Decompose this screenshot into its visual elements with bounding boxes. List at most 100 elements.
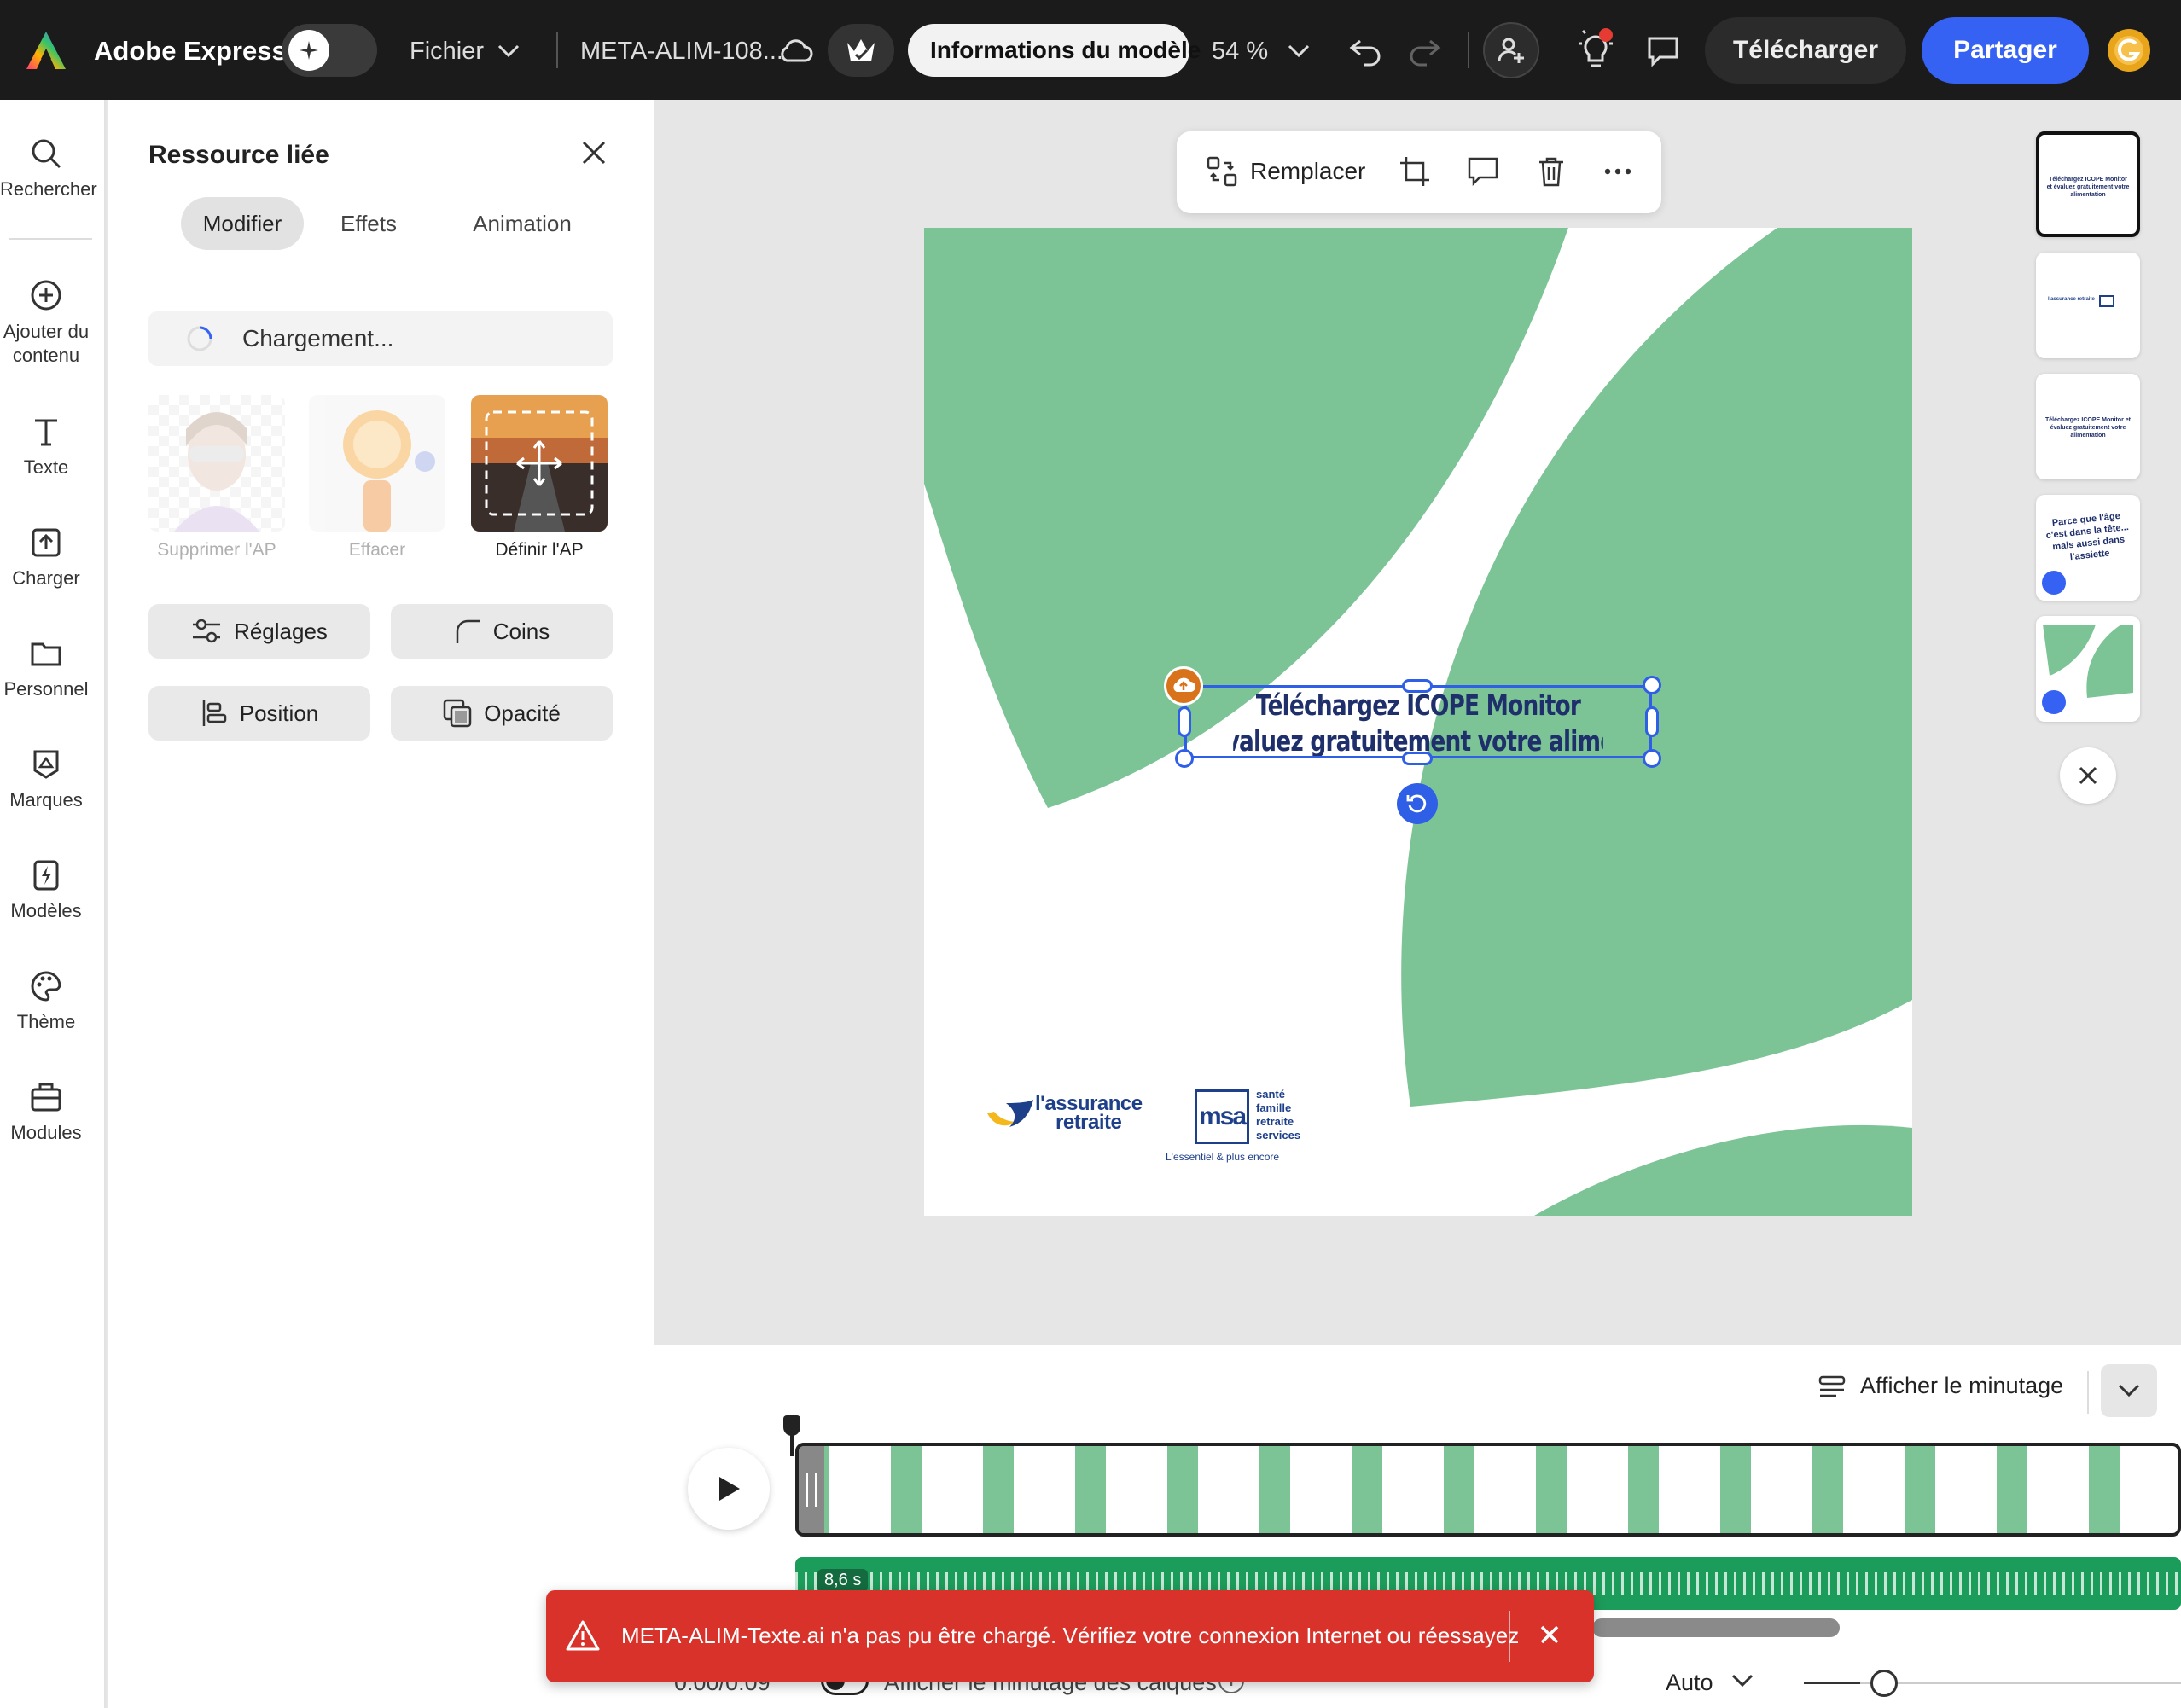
rail-label: Thème [16,1011,76,1032]
rail-add-content[interactable]: Ajouter du contenu [0,279,92,368]
show-timing-toggle[interactable]: Afficher le minutage [1818,1373,2063,1399]
cloud-icon[interactable] [776,34,814,67]
comment-icon[interactable] [1643,32,1683,70]
undo-icon[interactable] [1346,32,1384,70]
set-focus-tile[interactable] [471,395,608,532]
tab-modifier[interactable]: Modifier [181,197,304,250]
close-icon [2079,766,2097,785]
track-trim-handle[interactable] [799,1446,824,1533]
replace-button[interactable]: Remplacer [1206,155,1365,188]
panel-title: Ressource liée [148,141,329,169]
rail-label: Texte [23,456,69,478]
resize-handle-br[interactable] [1643,749,1661,768]
headline-text: Téléchargez ICOPE Monitor et évaluez gra… [1233,688,1603,756]
divider [1468,32,1469,68]
collapse-timeline-button[interactable] [2101,1364,2157,1417]
rail-search[interactable]: Rechercher [0,137,97,200]
search-icon [32,139,61,169]
download-button[interactable]: Télécharger [1705,17,1906,84]
auto-zoom-select[interactable]: Auto [1666,1670,1713,1696]
opacity-button[interactable]: Opacité [391,686,613,741]
error-toast: META-ALIM-Texte.ai n'a pas pu être charg… [546,1590,1594,1682]
chevron-down-icon [2118,1384,2140,1397]
close-icon[interactable] [1538,1623,1563,1648]
chevron-down-icon[interactable] [1730,1673,1756,1692]
msa-word: famille [1256,1101,1292,1114]
premium-crown-button[interactable] [828,24,894,77]
remove-bg-tile [148,395,285,532]
crop-icon[interactable] [1399,155,1433,189]
adjustments-label: Réglages [234,618,328,644]
resize-handle-right[interactable] [1645,706,1659,737]
resize-handle-left[interactable] [1178,706,1191,737]
rail-label: Personnel [3,678,89,700]
cloud-upload-badge-icon[interactable] [1164,666,1203,706]
zoom-chevron-icon[interactable] [1285,38,1312,65]
close-pages-button[interactable] [2060,747,2116,804]
loading-text: Chargement... [242,325,394,351]
msa-initials: msa [1195,1089,1249,1144]
palette-icon [31,971,61,1002]
zoom-slider-thumb[interactable] [1870,1670,1898,1697]
toast-message: META-ALIM-Texte.ai n'a pas pu être charg… [621,1623,1520,1648]
chevron-down-icon[interactable] [495,38,522,65]
logo1-line2: retraite [1056,1111,1122,1134]
replace-icon [1207,156,1237,187]
zoom-level[interactable]: 54 % [1212,38,1268,66]
resize-handle-bottom[interactable] [1402,752,1433,765]
template-info-button[interactable]: Informations du modèle [908,24,1201,77]
page-thumb-1[interactable]: Téléchargez ICOPE Monitor et évaluez gra… [2036,131,2140,237]
more-options-icon[interactable] [1602,155,1636,189]
play-icon [719,1477,740,1501]
rail-personal[interactable]: Personnel [0,637,92,700]
close-icon[interactable] [579,137,613,171]
rail-theme[interactable]: Thème [0,970,92,1033]
resize-handle-top[interactable] [1402,679,1433,693]
thumb-msa-mark [2099,295,2114,307]
divider [556,32,558,68]
rail-brands[interactable]: Marques [0,748,92,811]
play-button[interactable] [688,1448,770,1530]
rail-modules[interactable]: Modules [0,1081,92,1144]
page-thumb-3[interactable]: Téléchargez ICOPE Monitor et évaluez gra… [2036,374,2140,479]
rail-text[interactable]: Texte [0,415,92,479]
thumb-text: Parce que l'âge c'est dans la tête... ma… [2045,510,2130,563]
folder-icon [31,642,61,666]
trash-icon[interactable] [1535,155,1569,189]
rail-label: Rechercher [0,178,97,200]
user-avatar[interactable] [2108,29,2150,72]
rotate-icon[interactable] [1397,783,1438,824]
tab-animation[interactable]: Animation [437,197,608,250]
page-thumb-2[interactable]: l'assurance retraite [2036,253,2140,358]
zoom-slider-track[interactable] [1804,1682,2181,1684]
magic-toggle[interactable] [282,24,377,77]
page-thumb-5[interactable] [2036,616,2140,722]
adobe-express-logo[interactable] [24,29,68,72]
comment-icon[interactable] [1467,155,1501,189]
corners-button[interactable]: Coins [391,604,613,659]
tab-effects[interactable]: Effets [317,197,420,250]
resize-handle-tr[interactable] [1643,676,1661,694]
show-timing-label: Afficher le minutage [1860,1373,2064,1398]
document-title[interactable]: META-ALIM-108... [580,38,783,66]
headline-line1: Téléchargez ICOPE Monitor [1255,688,1581,722]
redo-icon[interactable] [1406,32,1444,70]
divider [2087,1371,2089,1414]
rail-templates[interactable]: Modèles [0,859,92,922]
adjustments-button[interactable]: Réglages [148,604,370,659]
file-menu[interactable]: Fichier [410,38,484,66]
floating-toolbar: Remplacer [1177,131,1661,213]
warning-icon [565,1619,601,1653]
lightbulb-icon[interactable] [1575,27,1616,72]
timeline-scrollbar[interactable] [1592,1618,1840,1637]
position-button[interactable]: Position [148,686,370,741]
rail-upload[interactable]: Charger [0,526,92,590]
page-thumb-4[interactable]: Parce que l'âge c'est dans la tête... ma… [2036,495,2140,601]
invite-collaborator-icon[interactable] [1483,22,1539,78]
video-track[interactable] [795,1443,2181,1537]
selected-text-box[interactable]: Téléchargez ICOPE Monitor et évaluez gra… [1184,685,1652,758]
share-button[interactable]: Partager [1922,17,2089,84]
collab-lock-icon [2039,568,2068,597]
resize-handle-bl[interactable] [1175,749,1194,768]
msa-tagline: L'essentiel & plus encore [1166,1151,1280,1163]
